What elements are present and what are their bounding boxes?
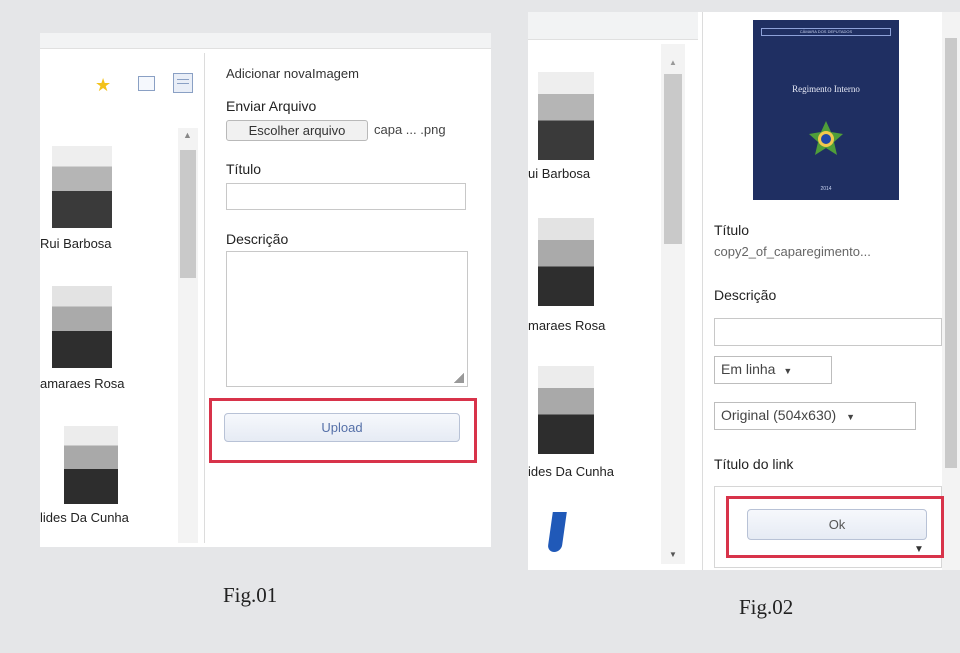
image-caption-1[interactable]: Rui Barbosa xyxy=(40,236,112,251)
portrait-rui-barbosa[interactable] xyxy=(52,146,112,228)
scrollbar-thumb[interactable] xyxy=(180,150,196,278)
image-caption-3[interactable]: ides Da Cunha xyxy=(528,464,614,479)
figure-caption-2: Fig.02 xyxy=(739,595,794,619)
add-image-heading: Adicionar novaImagem xyxy=(226,66,359,81)
thumbnail-view-icon[interactable] xyxy=(138,76,155,91)
portrait-euclides-da-cunha[interactable] xyxy=(538,366,594,454)
resize-handle[interactable] xyxy=(454,373,464,383)
description-input[interactable] xyxy=(714,318,942,346)
portrait-guimaraes-rosa[interactable] xyxy=(52,286,112,368)
logo-thumbnail[interactable] xyxy=(547,512,567,552)
book-cover-preview: CÂMARA DOS DEPUTADOS Regimento Interno 2… xyxy=(753,20,899,200)
dropdown-arrow-icon: ▼ xyxy=(783,366,793,376)
scroll-up-icon[interactable]: ▲ xyxy=(183,130,192,140)
description-label: Descrição xyxy=(226,231,289,247)
image-caption-3[interactable]: lides Da Cunha xyxy=(40,510,129,525)
dropdown-arrow-icon: ▼ xyxy=(914,544,924,555)
details-scrollbar-thumb[interactable] xyxy=(945,38,957,468)
description-textarea[interactable] xyxy=(226,251,468,387)
star-icon[interactable]: ★ xyxy=(95,75,111,96)
panel-divider xyxy=(204,53,205,543)
portrait-rui-barbosa[interactable] xyxy=(538,72,594,160)
cover-header: CÂMARA DOS DEPUTADOS xyxy=(761,28,891,36)
scroll-up-icon[interactable]: ▲ xyxy=(669,58,677,67)
selected-file-name: capa ... .png xyxy=(374,122,446,137)
scrollbar-thumb[interactable] xyxy=(664,74,682,244)
image-list-scrollbar[interactable]: ▲ xyxy=(178,128,198,543)
title-label: Título xyxy=(226,161,262,177)
dropdown-arrow-icon: ▼ xyxy=(846,412,855,422)
alignment-select[interactable]: Em linha ▼ xyxy=(714,356,832,384)
portrait-guimaraes-rosa[interactable] xyxy=(538,218,594,306)
send-file-label: Enviar Arquivo xyxy=(226,98,317,114)
portrait-euclides-da-cunha[interactable] xyxy=(64,426,118,504)
link-title-label: Título do link xyxy=(714,456,794,472)
title-label: Título xyxy=(714,222,750,238)
description-label: Descrição xyxy=(714,287,777,303)
size-select-value: Original (504x630) xyxy=(721,407,837,423)
choose-file-button[interactable]: Escolher arquivo xyxy=(226,120,368,141)
list-view-icon[interactable] xyxy=(173,73,193,93)
upload-button[interactable]: Upload xyxy=(224,413,460,442)
coat-of-arms-icon xyxy=(809,121,843,155)
toolbar-strip xyxy=(40,33,491,49)
panel-divider xyxy=(702,12,703,570)
scroll-down-icon[interactable]: ▼ xyxy=(669,550,677,559)
figure-caption-1: Fig.01 xyxy=(223,583,278,607)
fig2-screenshot: ▲ ▼ ui Barbosa maraes Rosa ides Da Cunha… xyxy=(528,12,960,570)
toolbar-strip xyxy=(528,12,698,40)
image-list-scrollbar[interactable]: ▲ ▼ xyxy=(661,44,685,564)
cover-title: Regimento Interno xyxy=(792,84,860,94)
title-value[interactable]: copy2_of_caparegimento... xyxy=(714,244,940,259)
cover-footer: 2014 xyxy=(820,186,832,192)
image-caption-2[interactable]: amaraes Rosa xyxy=(40,376,125,391)
title-input[interactable] xyxy=(226,183,466,210)
ok-button[interactable]: Ok xyxy=(747,509,927,540)
fig1-screenshot: ★ ▲ Rui Barbosa amaraes Rosa lides Da Cu… xyxy=(40,33,491,547)
size-select[interactable]: Original (504x630) ▼ xyxy=(714,402,916,430)
image-caption-1[interactable]: ui Barbosa xyxy=(528,166,590,181)
image-caption-2[interactable]: maraes Rosa xyxy=(528,318,605,333)
alignment-select-value: Em linha xyxy=(721,361,776,377)
details-scrollbar[interactable] xyxy=(942,12,960,570)
